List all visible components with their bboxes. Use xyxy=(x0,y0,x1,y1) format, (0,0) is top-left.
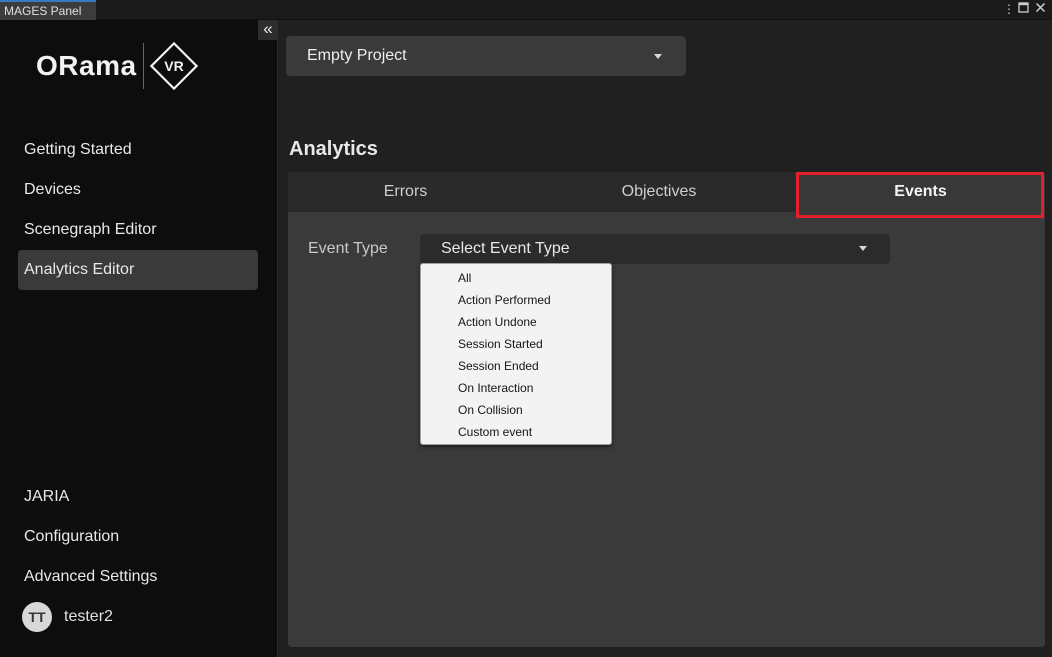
maximize-icon[interactable] xyxy=(1018,2,1029,16)
tab-objectives[interactable]: Objectives xyxy=(523,172,795,212)
events-tab-highlight xyxy=(796,172,1044,218)
event-type-label: Event Type xyxy=(308,240,388,257)
logo-divider xyxy=(142,43,144,89)
sidebar-item-getting-started[interactable]: Getting Started xyxy=(18,130,258,170)
username: tester2 xyxy=(64,608,113,625)
menu-item-all[interactable]: All xyxy=(421,268,611,290)
menu-item-session-ended[interactable]: Session Ended xyxy=(421,356,611,378)
menu-item-action-undone[interactable]: Action Undone xyxy=(421,312,611,334)
project-dropdown[interactable]: Empty Project xyxy=(286,36,686,76)
sidebar-item-jaria[interactable]: JARIA xyxy=(18,477,258,517)
project-dropdown-value: Empty Project xyxy=(307,47,407,64)
sidebar-item-configuration[interactable]: Configuration xyxy=(18,517,258,557)
chevron-down-icon xyxy=(859,246,867,251)
sidebar: « ORama VR Getting Started Devices Scene… xyxy=(0,20,278,657)
logo-wordmark: ORama xyxy=(36,50,137,81)
menu-item-on-interaction[interactable]: On Interaction xyxy=(421,378,611,400)
analytics-panel: Errors Objectives Events Event Type Sele… xyxy=(288,172,1045,647)
kebab-menu-icon[interactable]: ⋮ xyxy=(1003,2,1015,16)
sidebar-item-advanced-settings[interactable]: Advanced Settings xyxy=(18,557,258,597)
window-titlebar: MAGES Panel ⋮ xyxy=(0,0,1052,20)
chevron-down-icon xyxy=(654,54,662,59)
logo-badge-text: VR xyxy=(164,58,183,74)
menu-item-session-started[interactable]: Session Started xyxy=(421,334,611,356)
avatar: TT xyxy=(22,602,52,632)
user-profile[interactable]: TT tester2 xyxy=(22,602,113,632)
section-title: Analytics xyxy=(289,138,378,160)
event-type-dropdown-value: Select Event Type xyxy=(441,240,570,257)
main-content: Empty Project Analytics Errors Objective… xyxy=(279,20,1052,657)
event-type-menu: All Action Performed Action Undone Sessi… xyxy=(420,263,612,445)
tab-errors[interactable]: Errors xyxy=(288,172,523,212)
menu-item-action-performed[interactable]: Action Performed xyxy=(421,290,611,312)
collapse-sidebar-button[interactable]: « xyxy=(258,20,278,40)
sidebar-item-analytics-editor[interactable]: Analytics Editor xyxy=(18,250,258,290)
event-type-dropdown[interactable]: Select Event Type xyxy=(420,234,890,264)
menu-item-on-collision[interactable]: On Collision xyxy=(421,400,611,422)
menu-item-custom-event[interactable]: Custom event xyxy=(421,422,611,444)
vr-diamond-icon: VR xyxy=(149,41,198,91)
window-tab[interactable]: MAGES Panel xyxy=(0,0,96,20)
orama-vr-logo: ORama VR xyxy=(36,41,200,91)
sidebar-item-scenegraph-editor[interactable]: Scenegraph Editor xyxy=(18,210,258,250)
sidebar-item-devices[interactable]: Devices xyxy=(18,170,258,210)
close-icon[interactable] xyxy=(1035,2,1046,16)
